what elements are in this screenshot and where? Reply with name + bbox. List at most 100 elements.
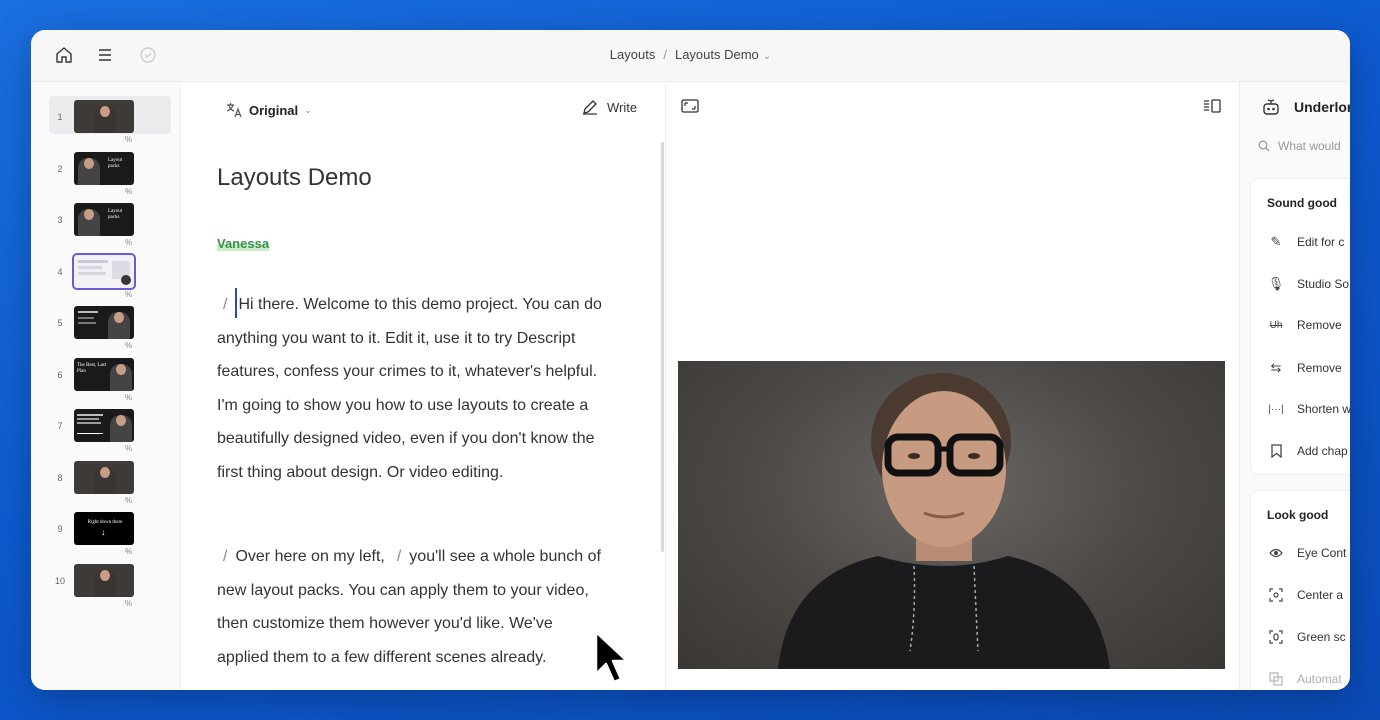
microphone-icon: 🎙: [1267, 276, 1285, 291]
write-label: Write: [607, 99, 638, 115]
action-label: Remove: [1297, 318, 1342, 332]
link-icon: %: [125, 547, 133, 556]
breadcrumb-parent[interactable]: Layouts: [610, 47, 656, 62]
center-active-speaker-action[interactable]: Center a: [1267, 588, 1343, 602]
sound-good-card: Sound good ✎ Edit for c 🎙 Studio So Uh Remo…: [1250, 178, 1350, 475]
breadcrumb-current[interactable]: Layouts Demo: [675, 47, 759, 62]
video-preview-panel: [665, 82, 1239, 690]
scene-item[interactable]: 9 Right down there ↓ %: [49, 512, 169, 556]
remove-retakes-action[interactable]: ⇆ Remove: [1267, 360, 1342, 376]
scene-item[interactable]: 8 %: [49, 461, 169, 505]
scene-sidebar: 1 % 2 Layout packs % 3 Layout packs % 4: [31, 82, 181, 690]
scene-thumbnail[interactable]: [74, 564, 134, 597]
link-icon: %: [125, 238, 133, 247]
automatic-multicam-action[interactable]: Automat: [1267, 672, 1342, 686]
scene-thumbnail[interactable]: [74, 100, 134, 133]
scene-thumb-text: Layout packs: [108, 209, 123, 220]
script-paragraph[interactable]: / Hi there. Welcome to this demo project.…: [217, 288, 607, 489]
app-window: Layouts / Layouts Demo ⌄ 1 % 2 Layout packs…: [31, 30, 1350, 690]
action-label: Eye Cont: [1297, 546, 1347, 560]
chevron-down-icon[interactable]: ⌄: [763, 51, 771, 62]
editor-scrollbar[interactable]: [661, 142, 664, 552]
document-title[interactable]: Layouts Demo: [217, 164, 372, 192]
shorten-word-gaps-action[interactable]: |···| Shorten w: [1267, 402, 1350, 416]
scene-number: 1: [57, 112, 63, 122]
multicam-icon: [1267, 672, 1285, 686]
speaker-video-image: [778, 373, 1110, 669]
script-paragraph[interactable]: / Over here on my left, / you'll see a whol…: [217, 540, 607, 674]
scene-number: 9: [57, 524, 63, 534]
action-label: Edit for c: [1297, 235, 1345, 249]
scene-thumbnail[interactable]: Layout packs: [74, 152, 134, 185]
scene-thumbnail[interactable]: [72, 253, 136, 290]
scene-item[interactable]: 10 %: [49, 564, 169, 608]
add-chapters-action[interactable]: Add chap: [1267, 444, 1348, 458]
scene-number: 7: [57, 421, 63, 431]
action-label: Center a: [1297, 588, 1344, 602]
link-icon: %: [125, 599, 133, 608]
scene-thumbnail[interactable]: [74, 461, 134, 494]
search-placeholder: What would: [1278, 139, 1341, 153]
pen-icon: [583, 100, 597, 115]
remove-filler-words-action[interactable]: Uh Remove: [1267, 318, 1342, 332]
scene-number: 6: [57, 370, 63, 380]
action-label: Green sc: [1297, 630, 1346, 644]
link-icon: %: [125, 341, 133, 350]
language-dropdown[interactable]: Original ⌄: [217, 96, 322, 124]
action-label: Remove: [1297, 361, 1342, 375]
eye-icon: [1267, 548, 1285, 558]
scene-item[interactable]: 6 The Best, Last Plan %: [49, 358, 169, 402]
ai-prompt-input[interactable]: What would: [1258, 139, 1341, 153]
write-button[interactable]: Write: [581, 98, 637, 116]
scene-break-marker[interactable]: /: [397, 548, 401, 565]
look-good-card: Look good Eye Cont Center a Green sc Aut…: [1250, 490, 1350, 690]
link-icon: %: [125, 135, 133, 144]
scene-number: 2: [57, 164, 63, 174]
speaker-label[interactable]: Vanessa: [217, 236, 270, 251]
scene-item[interactable]: 5 %: [49, 306, 169, 350]
gap-icon: |···|: [1268, 403, 1284, 415]
paragraph-text: you'll see a whole bunch of new layout p…: [217, 548, 601, 666]
scene-thumbnail[interactable]: The Best, Last Plan: [74, 358, 134, 391]
arrow-down-icon: ↓: [101, 527, 106, 537]
repeat-icon: ⇆: [1270, 360, 1282, 375]
paragraph-text: Over here on my left,: [235, 548, 385, 565]
scene-thumbnail[interactable]: Right down there ↓: [74, 512, 134, 545]
green-screen-action[interactable]: Green sc: [1267, 630, 1346, 644]
scene-item[interactable]: 1 %: [49, 100, 169, 144]
scene-thumbnail[interactable]: [74, 409, 134, 442]
green-screen-icon: [1267, 630, 1285, 644]
action-label: Studio So: [1297, 277, 1350, 291]
scene-item[interactable]: 3 Layout packs %: [49, 203, 169, 247]
panel-title: Underlord: [1294, 99, 1350, 115]
translate-icon: [226, 103, 242, 118]
script-editor: Original ⌄ Write Layouts Demo Vanessa / H…: [181, 82, 665, 690]
aspect-ratio-icon[interactable]: [681, 99, 699, 118]
language-label: Original: [249, 102, 299, 118]
eye-contact-action[interactable]: Eye Cont: [1267, 546, 1346, 560]
scene-number: 10: [54, 576, 65, 586]
layout-panel-icon[interactable]: [1203, 99, 1221, 118]
action-label: Shorten w: [1297, 402, 1350, 416]
scene-number: 5: [57, 318, 63, 328]
scene-thumbnail[interactable]: Layout packs: [74, 203, 134, 236]
scene-number: 4: [57, 267, 63, 277]
scene-break-marker[interactable]: /: [223, 296, 227, 313]
action-label: Add chap: [1297, 444, 1348, 458]
scene-item[interactable]: 2 Layout packs %: [49, 152, 169, 196]
scene-break-marker[interactable]: /: [223, 548, 227, 565]
scene-thumbnail[interactable]: [74, 306, 134, 339]
scene-item[interactable]: 4 %: [49, 253, 169, 299]
section-heading: Sound good: [1267, 196, 1337, 210]
edit-for-clarity-action[interactable]: ✎ Edit for c: [1267, 234, 1345, 250]
scene-thumb-text: The Best, Last Plan: [77, 363, 107, 374]
center-frame-icon: [1267, 588, 1285, 602]
action-label: Automat: [1297, 672, 1342, 686]
search-icon: [1258, 140, 1270, 152]
studio-sound-action[interactable]: 🎙 Studio So: [1267, 276, 1349, 292]
link-icon: %: [125, 393, 133, 402]
wand-icon: ✎: [1270, 234, 1282, 249]
video-frame[interactable]: [678, 361, 1225, 669]
paragraph-text: Hi there. Welcome to this demo project. …: [217, 296, 602, 481]
scene-item[interactable]: 7 %: [49, 409, 169, 453]
